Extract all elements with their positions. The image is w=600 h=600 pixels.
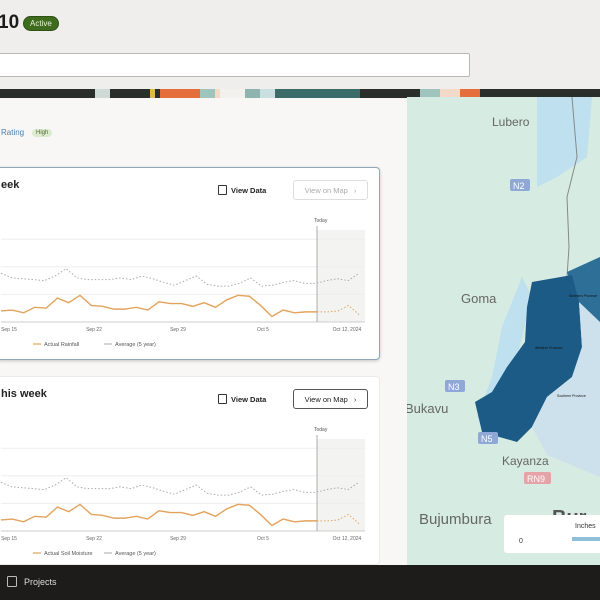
view-data-label: View Data xyxy=(231,394,267,404)
forecast-area xyxy=(317,230,365,322)
road-label: N5 xyxy=(481,434,493,444)
x-tick-label: Sep 15 xyxy=(1,327,17,333)
place-label: Bukavu xyxy=(407,401,448,416)
place-label: Lubero xyxy=(492,115,530,129)
view-data-button[interactable]: View Data xyxy=(218,394,266,404)
x-tick-label: Oct 12, 2024 xyxy=(333,327,362,333)
place-label: Bujumbura xyxy=(419,511,492,528)
actual-series-line xyxy=(0,503,317,527)
projects-button[interactable]: Projects xyxy=(7,576,57,587)
map-legend xyxy=(504,515,600,553)
soil-moisture-chart: Today Sep 15 Sep 22 Sep 29 Oct 5 Oct 12, 2024… xyxy=(0,427,365,557)
chevron-right-icon: › xyxy=(353,185,357,195)
rainfall-chart: Today Sep 15 Sep 22 Sep 29 Oct 5 Oct 12, 2024… xyxy=(0,218,365,348)
road-label: N3 xyxy=(448,382,460,392)
view-on-map-button[interactable]: View on Map › xyxy=(293,180,368,200)
table-icon xyxy=(218,185,227,195)
average-series-line xyxy=(0,268,360,287)
chevron-right-icon: › xyxy=(353,394,357,404)
projects-label: Projects xyxy=(24,576,57,587)
legend-title: Inches xyxy=(575,523,596,530)
legend-average: Average (5 year) xyxy=(115,551,156,557)
status-badge: Active xyxy=(23,16,59,31)
rainfall-card: eek View Data View on Map › Today Sep 15 Se… xyxy=(0,167,380,360)
legend-average: Average (5 year) xyxy=(115,342,156,348)
view-data-label: View Data xyxy=(231,185,267,195)
soil-moisture-card: his week View Data View on Map › Today Sep… xyxy=(0,376,380,565)
page-title: 10 xyxy=(0,12,20,33)
region-label: Northern Province xyxy=(569,294,597,298)
bottom-bar: Projects xyxy=(0,565,600,600)
forecast-area xyxy=(317,439,365,531)
rating-label: Rating xyxy=(1,128,25,137)
actual-series-line xyxy=(0,294,317,318)
table-icon xyxy=(218,394,227,404)
today-label: Today xyxy=(314,218,328,224)
region-label: Southern Province xyxy=(557,394,586,398)
x-tick-label: Sep 29 xyxy=(170,536,186,542)
road-label: RN9 xyxy=(527,474,545,484)
region-label: Western Province xyxy=(535,346,563,350)
x-tick-label: Sep 15 xyxy=(1,536,17,542)
x-tick-label: Sep 29 xyxy=(170,327,186,333)
card-title: his week xyxy=(1,388,47,400)
view-data-button[interactable]: View Data xyxy=(218,185,266,195)
x-tick-label: Oct 5 xyxy=(257,536,269,542)
x-tick-label: Sep 22 xyxy=(86,536,102,542)
today-label: Today xyxy=(314,427,328,433)
average-series-line xyxy=(0,477,360,496)
rating-badge: High xyxy=(32,129,53,137)
place-label: Goma xyxy=(461,291,497,306)
view-on-map-label: View on Map xyxy=(304,185,348,195)
legend-actual: Actual Rainfall xyxy=(44,342,79,348)
x-tick-label: Sep 22 xyxy=(86,327,102,333)
x-tick-label: Oct 12, 2024 xyxy=(333,536,362,542)
legend-min: 0 xyxy=(519,538,523,545)
road-label: N2 xyxy=(513,181,525,191)
place-label: Kayanza xyxy=(502,454,549,468)
search-input[interactable] xyxy=(0,53,470,77)
map-view[interactable]: Western Province Southern Province North… xyxy=(407,97,600,565)
view-on-map-label: View on Map xyxy=(304,394,348,404)
legend-actual: Actual Soil Moisture xyxy=(44,551,93,557)
x-tick-label: Oct 5 xyxy=(257,327,269,333)
projects-icon xyxy=(7,576,17,587)
legend-bar xyxy=(572,537,600,541)
view-on-map-button[interactable]: View on Map › xyxy=(293,389,368,409)
card-title: eek xyxy=(1,179,20,191)
